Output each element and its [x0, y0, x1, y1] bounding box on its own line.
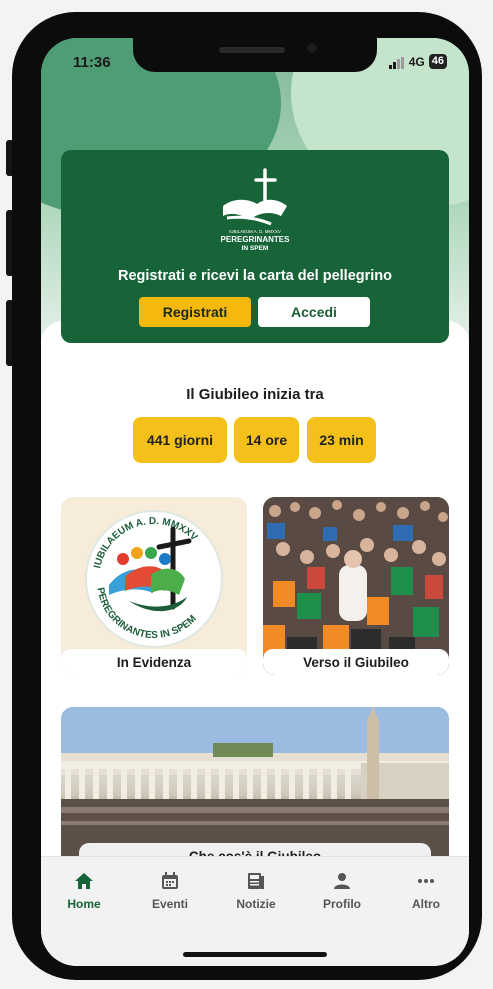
tab-altro[interactable]: Altro: [383, 871, 469, 911]
tab-label-notizie: Notizie: [236, 897, 276, 911]
front-camera: [307, 43, 317, 53]
tab-eventi[interactable]: Eventi: [127, 871, 213, 911]
tab-label-eventi: Eventi: [151, 897, 188, 911]
tab-label-profilo: Profilo: [323, 897, 361, 911]
more-icon: [383, 871, 469, 897]
banner-text: Registrati e ricevi la carta del pellegr…: [118, 268, 392, 284]
countdown-minutes: 23 min: [307, 417, 376, 463]
profile-icon: [299, 871, 385, 897]
calendar-icon: [127, 871, 213, 897]
battery-icon: 46: [428, 54, 447, 69]
notch: [133, 38, 377, 72]
logo-line-2: PEREGRINANTES: [221, 235, 291, 244]
tab-bar: Home Eventi Notizie Profilo Altro: [41, 856, 469, 966]
register-button[interactable]: Registrati: [139, 297, 251, 327]
tile-che-cose-il-giubileo[interactable]: Che cos'è il Giubileo: [61, 707, 449, 867]
network-label: 4G: [408, 54, 425, 69]
tab-label-altro: Altro: [412, 897, 440, 911]
status-indicators: 4G 46: [388, 54, 447, 69]
tab-notizie[interactable]: Notizie: [213, 871, 299, 911]
tile-label-verso-il-giubileo: Verso il Giubileo: [263, 649, 449, 675]
register-banner: IUBILAEUM A. D. MMXXV PEREGRINANTES IN S…: [61, 150, 449, 343]
countdown-hours: 14 ore: [234, 417, 299, 463]
news-icon: [213, 871, 299, 897]
home-indicator[interactable]: [183, 952, 327, 957]
tab-label-home: Home: [67, 897, 101, 911]
logo-line-3: IN SPEM: [242, 245, 269, 252]
countdown-title: Il Giubileo inizia tra: [186, 386, 324, 403]
app-screen: 11:36 4G 46 IUBILAEUM A. D. MMXXV PEREGR…: [41, 38, 469, 966]
signal-icon: [388, 55, 405, 69]
tile-label-in-evidenza: In Evidenza: [61, 649, 247, 675]
tab-home[interactable]: Home: [41, 871, 127, 911]
logo-line-1: IUBILAEUM A. D. MMXXV: [229, 229, 281, 234]
speaker: [219, 47, 285, 53]
login-button[interactable]: Accedi: [258, 297, 370, 327]
tile-verso-il-giubileo[interactable]: Verso il Giubileo: [263, 497, 449, 675]
tab-profilo[interactable]: Profilo: [299, 871, 385, 911]
home-icon: [41, 871, 127, 897]
countdown-days: 441 giorni: [133, 417, 227, 463]
jubilee-logo: IUBILAEUM A. D. MMXXV PEREGRINANTES IN S…: [221, 168, 291, 252]
status-time: 11:36: [73, 54, 111, 71]
tile-in-evidenza[interactable]: IUBILAEUM A. D. MMXXV PEREGRINANTES IN S…: [61, 497, 247, 675]
